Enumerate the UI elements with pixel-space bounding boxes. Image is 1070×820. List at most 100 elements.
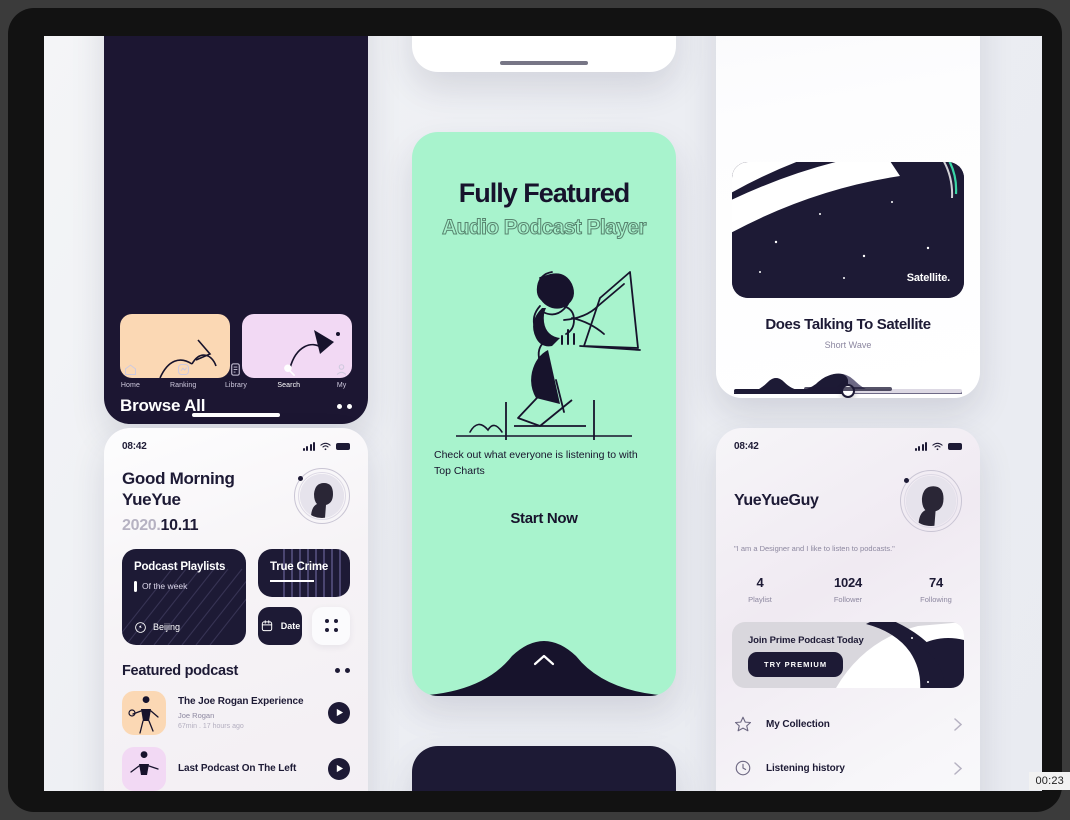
more-dots-icon[interactable] <box>335 668 350 673</box>
avatar-photo <box>906 476 956 526</box>
date-main: 10.11 <box>160 516 199 534</box>
podcast-meta: 67min . 17 hours ago <box>178 722 244 730</box>
status-time: 08:42 <box>122 441 147 452</box>
start-now-button[interactable]: Start Now <box>412 510 676 527</box>
search-icon <box>284 364 296 376</box>
greeting-line-2: YueYue <box>122 490 181 510</box>
status-bar: 08:42 <box>104 428 368 452</box>
play-button[interactable] <box>328 757 350 780</box>
featured-podcast-title: Featured podcast <box>122 662 239 679</box>
list-item[interactable]: The Joe Rogan Experience Joe Rogan 67min… <box>104 679 368 735</box>
partial-screen-bottom <box>412 746 676 791</box>
profile-screen: 08:42 YueYueGuy "I am a Designer and I l… <box>716 428 980 791</box>
progress-scrubber[interactable] <box>734 372 962 398</box>
list-item[interactable]: Last Podcast On The Left <box>104 735 368 791</box>
avatar-photo <box>300 474 344 518</box>
sidebar-item-my[interactable]: My <box>315 362 368 389</box>
date-button-label: Date <box>280 620 301 631</box>
menu-item-listening-history[interactable]: Listening history <box>716 746 980 790</box>
wifi-icon <box>932 442 943 451</box>
date-button[interactable]: Date <box>258 606 302 645</box>
grid-view-button[interactable] <box>312 606 350 645</box>
tab-label: Search <box>277 382 301 389</box>
podcast-playlists-card[interactable]: Podcast Playlists Of the week Beijing <box>122 548 246 645</box>
profile-header: YueYueGuy <box>716 452 980 532</box>
stat-label: Following <box>920 595 952 604</box>
home-indicator <box>804 387 892 391</box>
current-date: 2020.10.11 <box>122 517 235 535</box>
location-label: Beijing <box>153 622 181 632</box>
status-time: 08:42 <box>734 441 759 452</box>
stat-following[interactable]: 74 Following <box>892 575 980 604</box>
audio-player-screen: Satellite. Does Talking To Satellite Sho… <box>716 36 980 398</box>
menu-item-label: My Collection <box>766 718 830 730</box>
menu-item-my-collection[interactable]: My Collection <box>716 702 980 746</box>
profile-name: YueYueGuy <box>734 492 819 509</box>
hero-text-block: Fully Featured Audio Podcast Player <box>412 132 676 240</box>
hill-decoration <box>412 641 676 696</box>
hero-description: Check out what everyone is listening to … <box>434 449 638 477</box>
sidebar-item-search[interactable]: Search <box>262 362 315 389</box>
stat-value: 74 <box>928 575 944 590</box>
now-playing-subtitle: Short Wave <box>824 340 872 350</box>
play-icon <box>336 764 343 773</box>
stat-value: 1024 <box>833 575 863 590</box>
calendar-icon <box>261 619 272 631</box>
album-artwork: Satellite. <box>732 162 964 298</box>
home-dashboard-screen: 08:42 Good Morning YueYue 2020.10.11 Pod… <box>104 428 368 791</box>
wifi-icon <box>320 442 331 451</box>
now-playing-title: Does Talking To Satellite <box>765 316 931 333</box>
artwork-label: Satellite. <box>906 272 950 284</box>
grid-dots-icon <box>324 619 338 632</box>
podcast-author: Joe Rogan <box>178 710 215 720</box>
play-icon <box>336 708 343 717</box>
stat-value: 4 <box>756 575 764 590</box>
tab-label: My <box>336 382 347 389</box>
quick-cards-row: Podcast Playlists Of the week Beijing Tr… <box>104 535 368 645</box>
featured-podcast-header: Featured podcast <box>104 645 368 679</box>
chevron-up-icon[interactable] <box>533 653 555 666</box>
star-icon <box>734 716 752 732</box>
hero-subtitle: Audio Podcast Player <box>442 216 648 240</box>
video-timestamp: 00:23 <box>1029 772 1070 790</box>
podcast-thumbnail <box>122 746 166 791</box>
true-crime-card[interactable]: True Crime <box>258 548 350 597</box>
podcast-thumbnail <box>122 690 166 735</box>
library-icon <box>231 363 241 376</box>
chevron-right-icon <box>954 717 962 731</box>
location-chip[interactable]: Beijing <box>134 621 180 634</box>
premium-promo-card[interactable]: Join Prime Podcast Today TRY PREMIUM <box>732 622 964 688</box>
promo-title: Join Prime Podcast Today <box>748 635 864 646</box>
avatar[interactable] <box>900 470 962 532</box>
try-premium-button[interactable]: TRY PREMIUM <box>748 652 844 677</box>
sidebar-item-home[interactable]: Home <box>104 362 157 389</box>
tab-label: Library <box>224 382 248 389</box>
location-pin-icon <box>135 621 146 633</box>
signal-icon <box>302 442 315 451</box>
battery-icon <box>336 443 350 450</box>
menu-item-label: Listening history <box>766 762 845 774</box>
hero-illustration <box>412 250 676 440</box>
status-bar: 08:42 <box>716 428 980 452</box>
card-title: True Crime <box>270 560 329 573</box>
greeting-block: Good Morning YueYue 2020.10.11 <box>104 452 368 535</box>
sidebar-item-ranking[interactable]: Ranking <box>157 362 210 389</box>
user-icon <box>336 364 347 375</box>
stat-playlist[interactable]: 4 Playlist <box>716 575 804 604</box>
page-title: Fully Featured <box>458 178 631 208</box>
onboarding-hero-screen: Fully Featured Audio Podcast Player Chec… <box>412 132 676 696</box>
profile-bio: "I am a Designer and I like to listen to… <box>734 544 895 553</box>
profile-menu: My Collection Listening history <box>716 702 980 790</box>
partial-screen-top <box>412 36 676 72</box>
avatar[interactable] <box>294 468 350 524</box>
tab-label: Home <box>120 382 140 389</box>
play-button[interactable] <box>328 701 350 724</box>
greeting-line-1: Good Morning <box>122 469 235 488</box>
ranking-icon <box>177 363 189 376</box>
sidebar-item-library[interactable]: Library <box>210 362 263 389</box>
profile-stats: 4 Playlist 1024 Follower 74 Following <box>716 575 980 604</box>
device-outer-frame: Browse All Fitness Yoga <box>8 8 1062 812</box>
stat-follower[interactable]: 1024 Follower <box>804 575 892 604</box>
date-prefix: 2020. <box>122 516 161 534</box>
clock-icon <box>735 760 751 776</box>
